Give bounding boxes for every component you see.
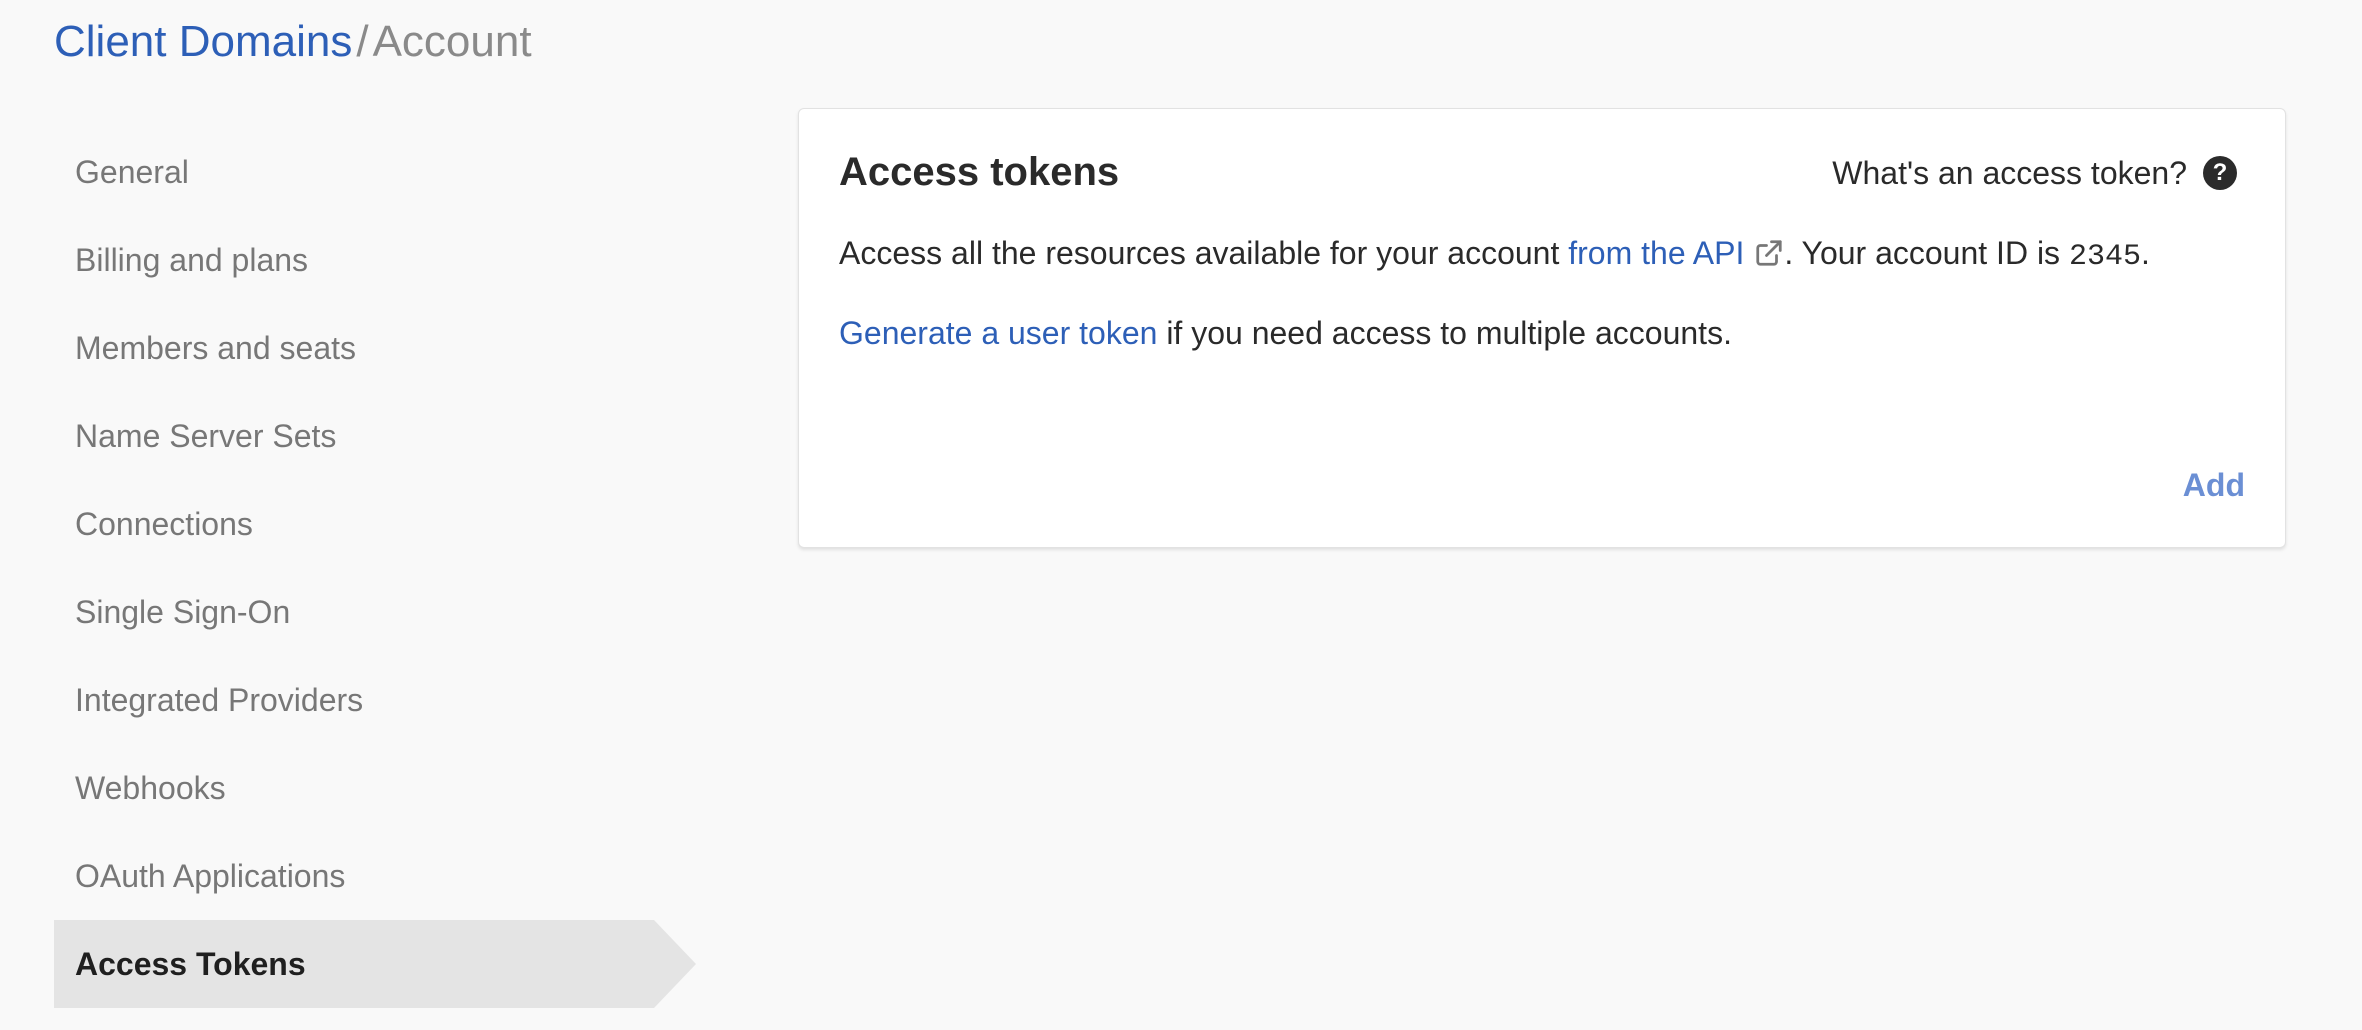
breadcrumb: Client Domains/Account: [54, 14, 532, 70]
sidebar-item-label: Webhooks: [75, 770, 226, 806]
card-title: Access tokens: [839, 150, 1120, 194]
sidebar-item-access-tokens[interactable]: Access Tokens: [54, 920, 696, 1008]
user-token-text: if you need access to multiple accounts.: [1157, 315, 1732, 351]
sidebar-item-single-sign-on[interactable]: Single Sign-On: [54, 568, 696, 656]
access-tokens-card: Access tokens What's an access token? ? …: [798, 108, 2286, 548]
sidebar-item-label: OAuth Applications: [75, 858, 346, 894]
sidebar-item-label: Single Sign-On: [75, 594, 291, 630]
api-access-description: Access all the resources available for y…: [839, 231, 2150, 279]
help-link-label: What's an access token?: [1832, 155, 2187, 191]
add-token-button[interactable]: Add: [2183, 463, 2245, 507]
breadcrumb-separator: /: [356, 17, 369, 66]
sidebar-item-label: Billing and plans: [75, 242, 309, 278]
sidebar-item-name-server-sets[interactable]: Name Server Sets: [54, 392, 696, 480]
breadcrumb-client-domains-link[interactable]: Client Domains: [54, 17, 352, 66]
user-token-description: Generate a user token if you need access…: [839, 311, 1732, 355]
sidebar-item-label: Access Tokens: [75, 946, 306, 982]
sidebar-item-billing-and-plans[interactable]: Billing and plans: [54, 216, 696, 304]
account-id-value: 2345: [2068, 240, 2141, 274]
sidebar-item-integrated-providers[interactable]: Integrated Providers: [54, 656, 696, 744]
api-access-text: Access all the resources available for y…: [839, 235, 1569, 271]
sidebar-item-label: Integrated Providers: [75, 682, 364, 718]
breadcrumb-current: Account: [372, 17, 532, 66]
sidebar-item-label: Name Server Sets: [75, 418, 337, 454]
from-the-api-link-label: from the API: [1568, 235, 1745, 271]
sidebar-item-label: Members and seats: [75, 330, 357, 366]
sidebar-item-oauth-applications[interactable]: OAuth Applications: [54, 832, 696, 920]
account-id-text: . Your account ID is: [1784, 235, 2069, 271]
sidebar-item-general[interactable]: General: [54, 128, 696, 216]
sidebar-item-members-and-seats[interactable]: Members and seats: [54, 304, 696, 392]
sidebar-item-label: General: [75, 154, 189, 190]
sidebar-item-label: Connections: [75, 506, 253, 542]
sidebar-item-webhooks[interactable]: Webhooks: [54, 744, 696, 832]
sidebar-item-connections[interactable]: Connections: [54, 480, 696, 568]
access-token-help-link[interactable]: What's an access token? ?: [1832, 153, 2237, 193]
question-circle-icon: ?: [2203, 156, 2237, 190]
line-end-period: .: [2140, 235, 2150, 271]
from-the-api-link[interactable]: from the API: [1568, 235, 1784, 271]
generate-user-token-link[interactable]: Generate a user token: [839, 315, 1157, 351]
external-link-icon: [1756, 240, 1782, 266]
sidebar-nav: General Billing and plans Members and se…: [54, 128, 696, 1008]
